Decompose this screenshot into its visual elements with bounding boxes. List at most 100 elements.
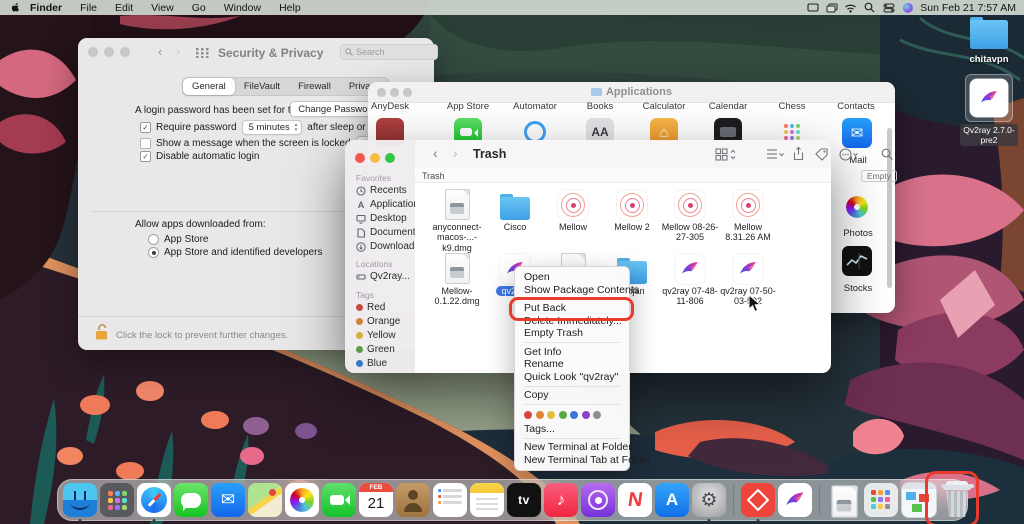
dock-system-preferences[interactable]: ⚙: [692, 483, 726, 517]
desktop-icon-chitavpn[interactable]: chitavpn: [962, 20, 1016, 65]
close-button[interactable]: [88, 47, 98, 57]
menu-finder[interactable]: Finder: [21, 2, 71, 14]
dock-qv2ray[interactable]: [778, 483, 812, 517]
dock-finder[interactable]: [63, 483, 97, 517]
dock-reminders[interactable]: [433, 483, 467, 517]
file-item[interactable]: Mellow: [544, 188, 602, 232]
sidebar-item-desktop[interactable]: Desktop: [356, 213, 407, 224]
dock-music[interactable]: ♪: [544, 483, 578, 517]
menu-item-get-info[interactable]: Get Info: [515, 346, 629, 359]
app-store-radio[interactable]: [148, 234, 159, 245]
menu-window[interactable]: Window: [215, 2, 270, 14]
dock-podcasts[interactable]: [581, 483, 615, 517]
spotlight-icon[interactable]: [863, 2, 876, 13]
dock-photos[interactable]: [285, 483, 319, 517]
apple-icon[interactable]: [10, 2, 21, 13]
zoom-button[interactable]: [120, 47, 130, 57]
close-button[interactable]: [355, 153, 365, 163]
require-password-dropdown[interactable]: 5 minutes ▲▼: [242, 120, 303, 135]
show-all-icon[interactable]: [196, 48, 209, 58]
menu-item-rename[interactable]: Rename: [515, 358, 629, 371]
sidebar-tag-yellow[interactable]: Yellow: [356, 330, 396, 341]
control-center-icon[interactable]: [882, 2, 895, 13]
search-icon[interactable]: [881, 148, 894, 161]
sidebar-tag-green[interactable]: Green: [356, 344, 395, 355]
share-icon[interactable]: [792, 146, 805, 161]
sidebar-item-documents[interactable]: Documents: [356, 227, 421, 238]
file-item[interactable]: qv2ray 07-48-11-806: [661, 252, 719, 307]
siri-icon[interactable]: [901, 2, 914, 13]
tag-yellow-icon[interactable]: [547, 411, 555, 419]
dock-dmg-file[interactable]: [827, 483, 861, 517]
dock-app-store[interactable]: A: [655, 483, 689, 517]
lock-message-checkbox[interactable]: [140, 138, 151, 149]
dock-mail[interactable]: ✉: [211, 483, 245, 517]
dock-maps[interactable]: [248, 483, 282, 517]
dock-launchpad[interactable]: [100, 483, 134, 517]
tab-filevault[interactable]: FileVault: [235, 78, 289, 95]
file-item[interactable]: Cisco: [486, 188, 544, 232]
sidebar-tag-orange[interactable]: Orange: [356, 316, 400, 327]
tab-general[interactable]: General: [183, 78, 235, 95]
view-options-icon[interactable]: [715, 148, 736, 161]
menu-bar-clock[interactable]: Sun Feb 21 7:57 AM: [920, 2, 1016, 14]
disable-auto-login-checkbox[interactable]: ✓: [140, 151, 151, 162]
sidebar-tag-blue[interactable]: Blue: [356, 358, 387, 369]
menu-item-copy[interactable]: Copy: [515, 389, 629, 402]
menu-file[interactable]: File: [71, 2, 106, 14]
forward-icon[interactable]: ›: [176, 44, 180, 59]
file-item[interactable]: Mellow 8.31.26 AM: [719, 188, 777, 243]
sidebar-item-qv2ray-disk[interactable]: Qv2ray...: [356, 271, 424, 282]
file-item[interactable]: Mellow 2: [603, 188, 661, 232]
sidebar-item-recents[interactable]: Recents: [356, 185, 407, 196]
file-item[interactable]: Mellow-0.1.22.dmg: [428, 252, 486, 307]
menu-item-new-terminal[interactable]: New Terminal at Folder: [515, 441, 629, 454]
tag-green-icon[interactable]: [559, 411, 567, 419]
stocks-icon[interactable]: [842, 246, 872, 276]
dock-notes[interactable]: [470, 483, 504, 517]
dock-news[interactable]: [618, 483, 652, 517]
dock-safari[interactable]: [137, 483, 171, 517]
wifi-icon[interactable]: [844, 2, 857, 13]
sidebar-item-applications[interactable]: A Applications: [356, 199, 424, 210]
desktop-icon-qv2ray[interactable]: Qv2ray 2.7.0-pre2: [960, 74, 1018, 146]
back-icon[interactable]: ‹: [433, 145, 438, 161]
minimize-button[interactable]: [104, 47, 114, 57]
forward-icon[interactable]: ›: [453, 145, 458, 161]
dock-messages[interactable]: [174, 483, 208, 517]
menu-go[interactable]: Go: [183, 2, 215, 14]
tag-gray-icon[interactable]: [593, 411, 601, 419]
menu-item-new-terminal-tab[interactable]: New Terminal Tab at Folder: [515, 454, 629, 467]
display-icon[interactable]: [806, 2, 819, 13]
menu-item-quick-look[interactable]: Quick Look "qv2ray": [515, 371, 629, 384]
minimize-button[interactable]: [370, 153, 380, 163]
dock-contacts[interactable]: [396, 483, 430, 517]
tag-red-icon[interactable]: [524, 411, 532, 419]
menu-item-tags[interactable]: Tags...: [515, 423, 629, 436]
back-icon[interactable]: ‹: [158, 44, 162, 59]
windows-icon[interactable]: [825, 2, 838, 13]
group-by-icon[interactable]: [766, 148, 785, 161]
zoom-button[interactable]: [385, 153, 395, 163]
sidebar-tag-red[interactable]: Red: [356, 302, 385, 313]
empty-trash-button[interactable]: Empty: [861, 170, 897, 182]
more-actions-icon[interactable]: [839, 148, 859, 161]
tag-icon[interactable]: [815, 148, 828, 161]
tag-purple-icon[interactable]: [582, 411, 590, 419]
file-item[interactable]: anyconnect-macos-...-k9.dmg: [428, 188, 486, 253]
dock-tv[interactable]: tv: [507, 483, 541, 517]
sidebar-item-downloads[interactable]: Downloads: [356, 241, 419, 252]
menu-edit[interactable]: Edit: [106, 2, 142, 14]
require-password-checkbox[interactable]: ✓: [140, 122, 151, 133]
menu-item-open[interactable]: Open: [515, 271, 629, 284]
dock-anydesk[interactable]: [741, 483, 775, 517]
menu-help[interactable]: Help: [270, 2, 310, 14]
menu-item-empty-trash[interactable]: Empty Trash: [515, 327, 629, 340]
identified-developers-radio[interactable]: [148, 247, 159, 258]
dock-applications-folder[interactable]: [864, 483, 898, 517]
tag-blue-icon[interactable]: [570, 411, 578, 419]
dock-facetime[interactable]: [322, 483, 356, 517]
tab-firewall[interactable]: Firewall: [289, 78, 340, 95]
menu-view[interactable]: View: [142, 2, 183, 14]
unlocked-lock-icon[interactable]: [95, 324, 108, 340]
